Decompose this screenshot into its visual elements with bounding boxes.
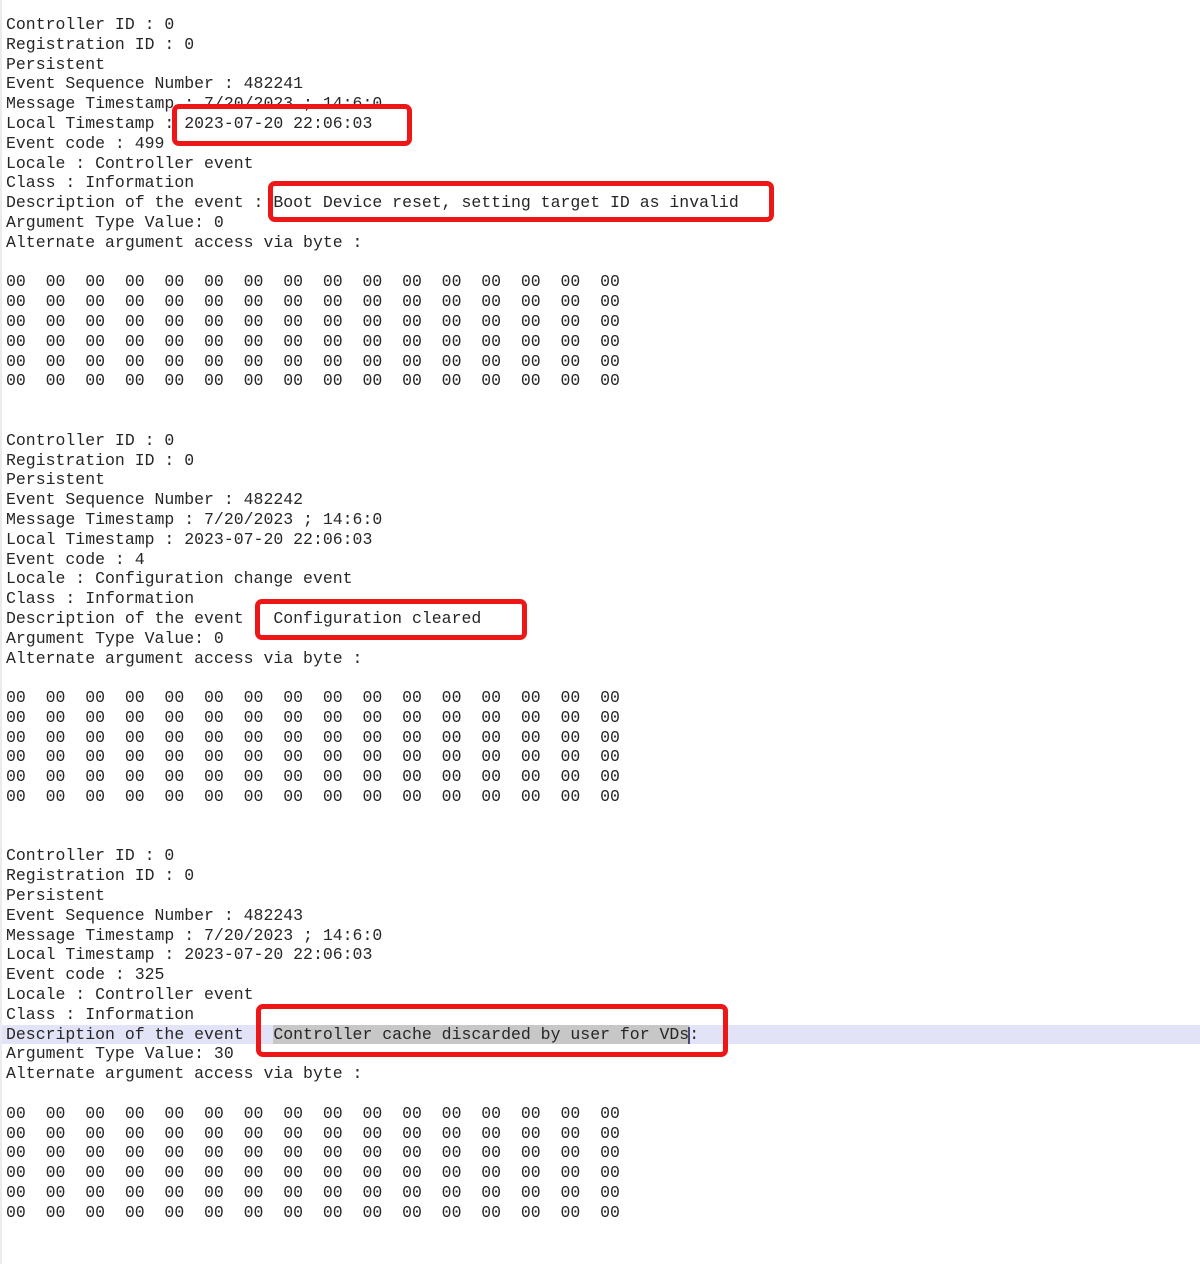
blank-line — [6, 807, 1200, 827]
log-line-locale: Locale : Controller event — [6, 154, 1200, 174]
log-line-locale: Locale : Configuration change event — [6, 569, 1200, 589]
log-line-local-timestamp: Local Timestamp : 2023-07-20 22:06:03 — [6, 945, 1200, 965]
hex-row: 00 00 00 00 00 00 00 00 00 00 00 00 00 0… — [6, 728, 1200, 748]
log-line-alternate-argument: Alternate argument access via byte : — [6, 1064, 1200, 1084]
hex-row: 00 00 00 00 00 00 00 00 00 00 00 00 00 0… — [6, 332, 1200, 352]
log-line-event-sequence-number: Event Sequence Number : 482242 — [6, 490, 1200, 510]
log-line-message-timestamp: Message Timestamp : 7/20/2023 ; 14:6:0 — [6, 94, 1200, 114]
blank-line — [6, 1084, 1200, 1104]
blank-line — [6, 253, 1200, 273]
log-line-message-timestamp: Message Timestamp : 7/20/2023 ; 14:6:0 — [6, 926, 1200, 946]
log-line-event-sequence-number: Event Sequence Number : 482243 — [6, 906, 1200, 926]
log-line-local-timestamp: Local Timestamp : 2023-07-20 22:06:03 — [6, 530, 1200, 550]
log-line-persistent: Persistent — [6, 886, 1200, 906]
log-line-class: Class : Information — [6, 173, 1200, 193]
log-line-controller-id: Controller ID : 0 — [6, 846, 1200, 866]
description-value: Boot Device reset, setting target ID as … — [273, 193, 738, 212]
selected-text: Controller cache discarded by user for V… — [273, 1025, 689, 1044]
log-line-argument-type-value: Argument Type Value: 30 — [6, 1044, 1200, 1064]
log-line-persistent: Persistent — [6, 55, 1200, 75]
window-left-border — [0, 0, 2, 1264]
hex-row: 00 00 00 00 00 00 00 00 00 00 00 00 00 0… — [6, 1203, 1200, 1223]
description-label: Description of the event : — [6, 609, 273, 628]
hex-row: 00 00 00 00 00 00 00 00 00 00 00 00 00 0… — [6, 747, 1200, 767]
blank-line — [6, 1223, 1200, 1243]
log-line-class: Class : Information — [6, 589, 1200, 609]
log-line-description: Description of the event : Controller ca… — [0, 1025, 1200, 1045]
hex-row: 00 00 00 00 00 00 00 00 00 00 00 00 00 0… — [6, 272, 1200, 292]
hex-row: 00 00 00 00 00 00 00 00 00 00 00 00 00 0… — [6, 688, 1200, 708]
log-line-argument-type-value: Argument Type Value: 0 — [6, 213, 1200, 233]
log-line-message-timestamp: Message Timestamp : 7/20/2023 ; 14:6:0 — [6, 510, 1200, 530]
log-line-controller-id: Controller ID : 0 — [6, 15, 1200, 35]
log-line-locale: Locale : Controller event — [6, 985, 1200, 1005]
log-text[interactable]: Controller ID : 0Registration ID : 0Pers… — [0, 0, 1200, 1264]
log-line-local-timestamp: Local Timestamp : 2023-07-20 22:06:03 — [6, 114, 1200, 134]
blank-line — [6, 411, 1200, 431]
log-line-description: Description of the event : Configuration… — [6, 609, 1200, 629]
hex-row: 00 00 00 00 00 00 00 00 00 00 00 00 00 0… — [6, 767, 1200, 787]
hex-row: 00 00 00 00 00 00 00 00 00 00 00 00 00 0… — [6, 1163, 1200, 1183]
log-line-class: Class : Information — [6, 1005, 1200, 1025]
hex-row: 00 00 00 00 00 00 00 00 00 00 00 00 00 0… — [6, 1143, 1200, 1163]
hex-row: 00 00 00 00 00 00 00 00 00 00 00 00 00 0… — [6, 292, 1200, 312]
description-label: Description of the event : — [6, 1025, 273, 1044]
log-line-registration-id: Registration ID : 0 — [6, 451, 1200, 471]
log-line-registration-id: Registration ID : 0 — [6, 866, 1200, 886]
log-line-controller-id: Controller ID : 0 — [6, 431, 1200, 451]
hex-row: 00 00 00 00 00 00 00 00 00 00 00 00 00 0… — [6, 352, 1200, 372]
blank-line — [6, 668, 1200, 688]
log-line-alternate-argument: Alternate argument access via byte : — [6, 233, 1200, 253]
description-label: Description of the event : — [6, 193, 273, 212]
log-line-event-code: Event code : 325 — [6, 965, 1200, 985]
log-line-event-sequence-number: Event Sequence Number : 482241 — [6, 74, 1200, 94]
hex-row: 00 00 00 00 00 00 00 00 00 00 00 00 00 0… — [6, 787, 1200, 807]
hex-row: 00 00 00 00 00 00 00 00 00 00 00 00 00 0… — [6, 708, 1200, 728]
hex-row: 00 00 00 00 00 00 00 00 00 00 00 00 00 0… — [6, 1183, 1200, 1203]
hex-row: 00 00 00 00 00 00 00 00 00 00 00 00 00 0… — [6, 1104, 1200, 1124]
log-line-alternate-argument: Alternate argument access via byte : — [6, 649, 1200, 669]
hex-row: 00 00 00 00 00 00 00 00 00 00 00 00 00 0… — [6, 1124, 1200, 1144]
log-line-event-code: Event code : 499 — [6, 134, 1200, 154]
log-line-registration-id: Registration ID : 0 — [6, 35, 1200, 55]
blank-line — [6, 1242, 1200, 1262]
blank-line — [6, 391, 1200, 411]
description-value: Configuration cleared — [273, 609, 481, 628]
log-line-description: Description of the event : Boot Device r… — [6, 193, 1200, 213]
log-line-event-code: Event code : 4 — [6, 550, 1200, 570]
description-suffix: : — [689, 1025, 699, 1044]
hex-row: 00 00 00 00 00 00 00 00 00 00 00 00 00 0… — [6, 312, 1200, 332]
hex-row: 00 00 00 00 00 00 00 00 00 00 00 00 00 0… — [6, 371, 1200, 391]
blank-line — [6, 827, 1200, 847]
log-line-argument-type-value: Argument Type Value: 0 — [6, 629, 1200, 649]
log-line-persistent: Persistent — [6, 470, 1200, 490]
